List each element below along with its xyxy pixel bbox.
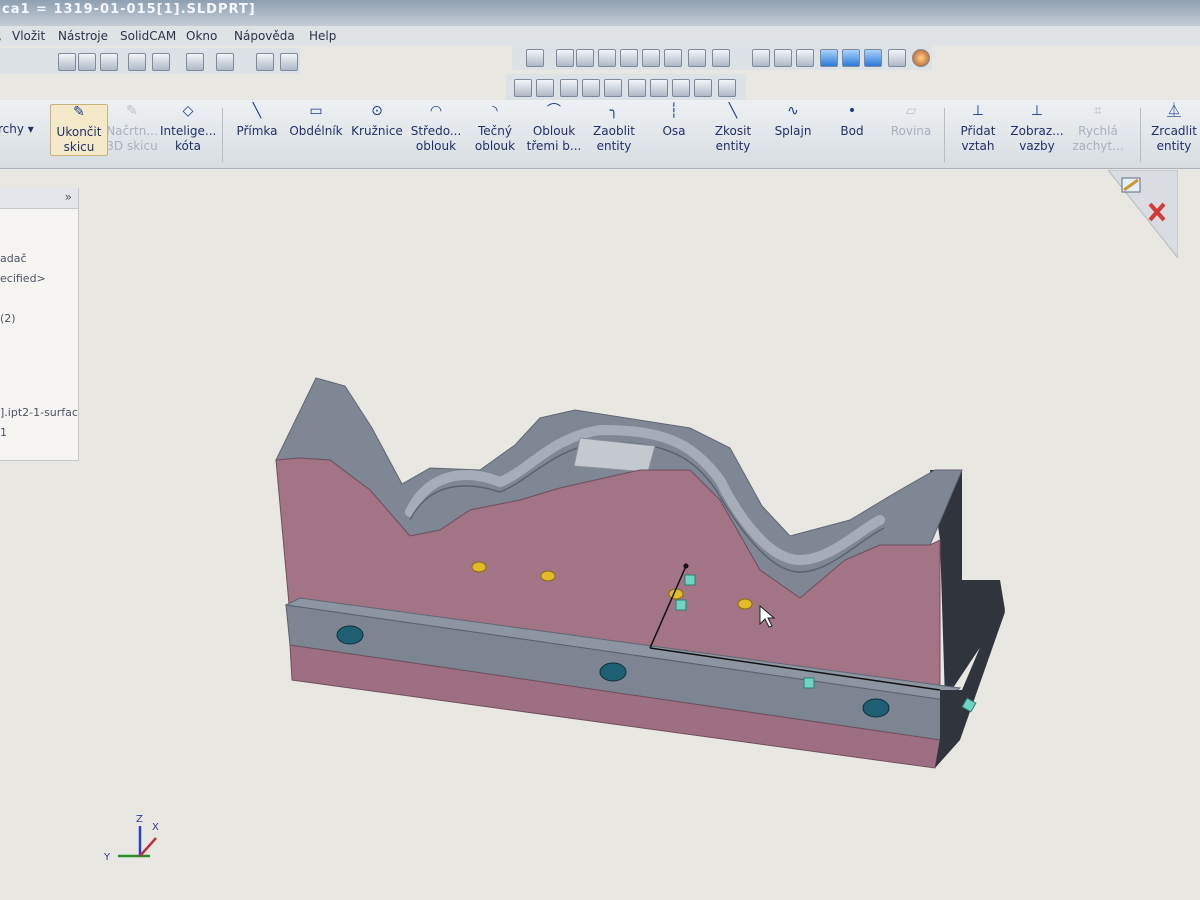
sketch-endpoint[interactable] [683,563,689,569]
relation-icon[interactable] [803,677,815,689]
mounting-hole[interactable] [599,662,627,682]
mounting-hole[interactable] [336,625,364,645]
triad-x-label: X [152,822,159,833]
graphics-viewport[interactable]: X Y Z [0,0,1200,900]
triad-z-label: Z [136,814,143,825]
pin-hole[interactable] [737,598,753,610]
axis-triad [118,826,157,858]
mounting-hole[interactable] [862,698,890,718]
relation-icon[interactable] [675,599,687,611]
confirmation-corner [1108,170,1178,258]
pin-hole[interactable] [540,570,556,582]
relation-icon[interactable] [684,574,696,586]
triad-y-label: Y [103,852,111,863]
exit-sketch-corner-icon[interactable] [1121,177,1141,193]
pin-hole[interactable] [471,561,487,573]
